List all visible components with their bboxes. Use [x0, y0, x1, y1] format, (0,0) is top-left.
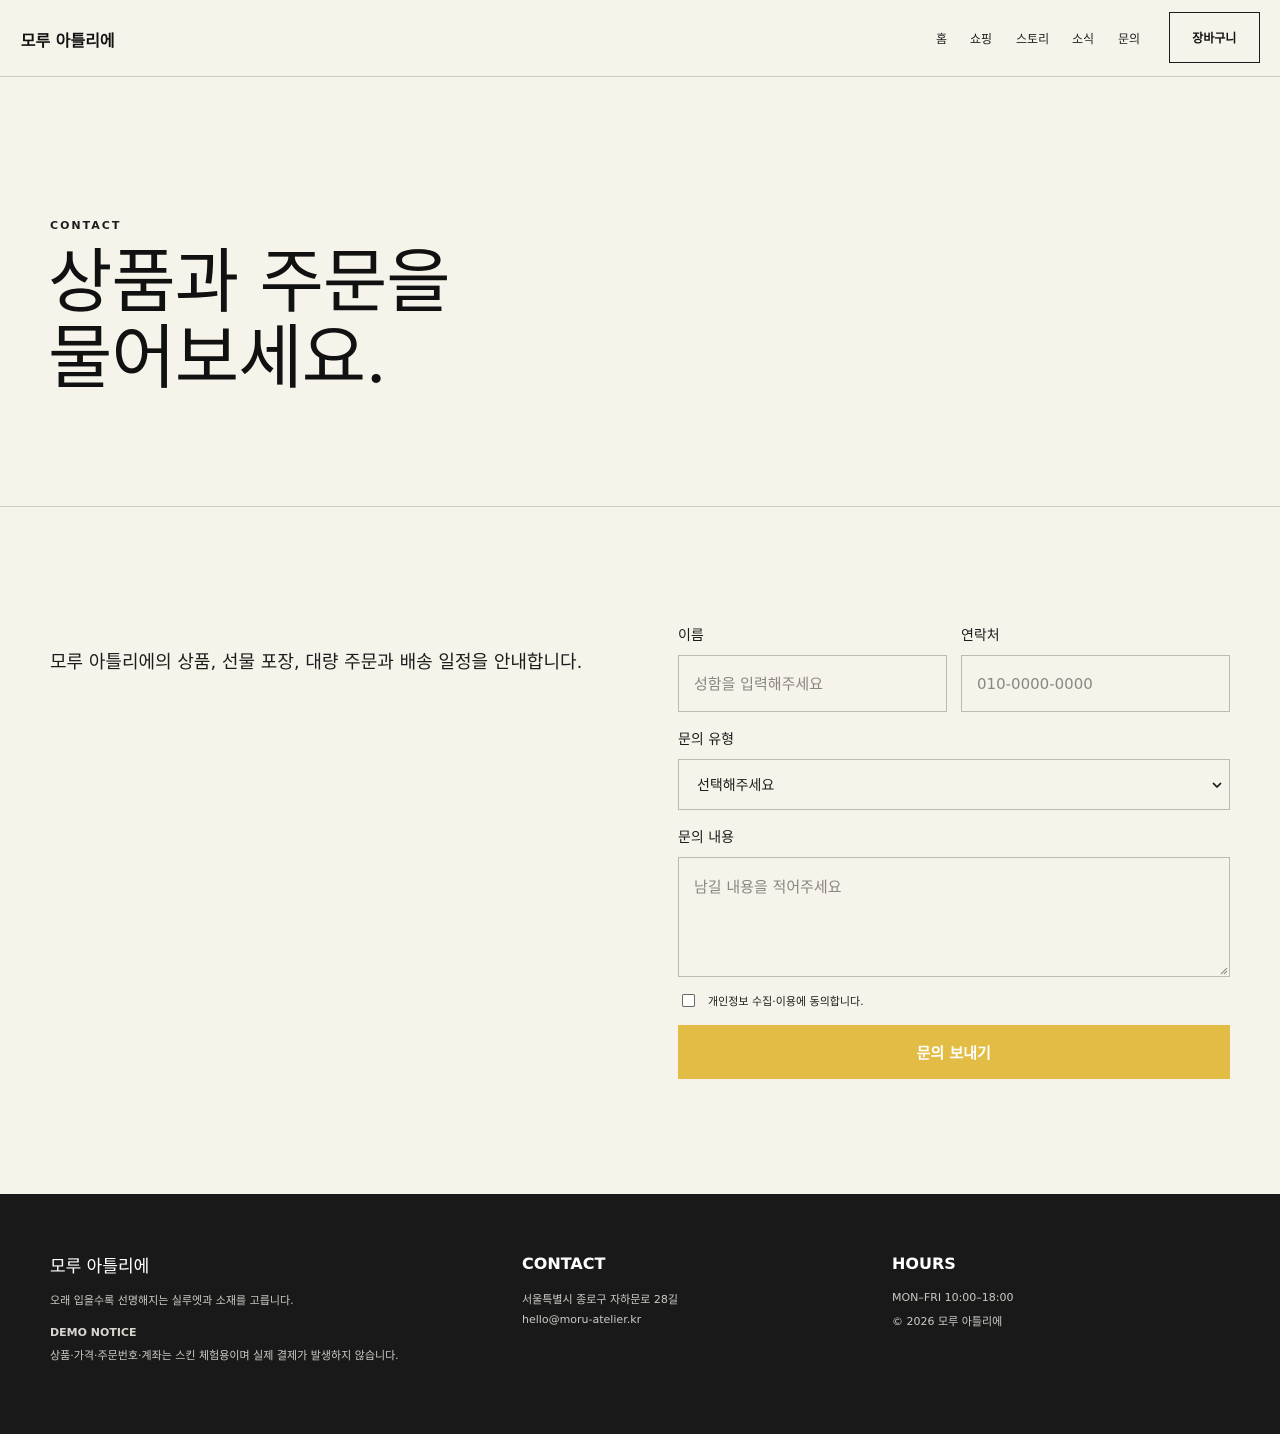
footer-notice-title: DEMO NOTICE	[50, 1326, 137, 1339]
nav-item-shop[interactable]: 쇼핑	[970, 30, 992, 46]
hero-eyebrow: CONTACT	[50, 219, 122, 232]
contact-intro: 모루 아틀리에의 상품, 선물 포장, 대량 주문과 배송 일정을 안내합니다.	[50, 652, 583, 673]
section-divider	[0, 506, 1280, 507]
phone-input[interactable]	[961, 655, 1230, 712]
footer-email-link[interactable]: hello@moru-atelier.kr	[522, 1313, 641, 1326]
chevron-down-icon	[1212, 781, 1222, 788]
footer-copyright: © 2026 모루 아틀리에	[892, 1315, 1003, 1328]
consent-label[interactable]: 개인정보 수집·이용에 동의합니다.	[708, 993, 864, 1009]
nav-item-story[interactable]: 스토리	[1016, 30, 1049, 46]
message-textarea[interactable]	[678, 857, 1230, 977]
phone-label: 연락처	[961, 628, 1000, 644]
footer-notice-text: 상품·가격·주문번호·계좌는 스킨 체험용이며 실제 결제가 발생하지 않습니다…	[50, 1349, 399, 1362]
inquiry-type-select[interactable]: 선택해주세요	[678, 759, 1230, 810]
name-label: 이름	[678, 628, 704, 644]
nav-item-contact[interactable]: 문의	[1118, 30, 1140, 46]
site-footer: 모루 아틀리에 오래 입을수록 선명해지는 실루엣과 소재를 고릅니다. DEM…	[0, 1194, 1280, 1434]
name-input[interactable]	[678, 655, 947, 712]
page-title-line1: 상품과 주문을	[48, 241, 451, 323]
nav-item-news[interactable]: 소식	[1072, 30, 1094, 46]
footer-hours-title: HOURS	[892, 1254, 956, 1273]
submit-button[interactable]: 문의 보내기	[678, 1025, 1230, 1079]
inquiry-type-value: 선택해주세요	[697, 777, 775, 794]
cart-button[interactable]: 장바구니	[1169, 12, 1260, 63]
nav-item-home[interactable]: 홈	[936, 30, 947, 46]
site-header: 모루 아틀리에 홈 쇼핑 스토리 소식 문의 장바구니	[0, 0, 1280, 77]
page-title: 상품과 주문을 물어보세요.	[48, 244, 688, 396]
footer-logo: 모루 아틀리에	[50, 1257, 150, 1277]
site-logo[interactable]: 모루 아틀리에	[21, 27, 115, 51]
resize-handle-icon[interactable]	[1220, 967, 1228, 975]
footer-address: 서울특별시 종로구 자하문로 28길	[522, 1293, 679, 1306]
message-wrapper	[678, 857, 1230, 977]
footer-hours: MON–FRI 10:00–18:00	[892, 1291, 1014, 1304]
inquiry-type-label: 문의 유형	[678, 732, 734, 748]
page-title-line2: 물어보세요.	[48, 317, 387, 399]
footer-tagline: 오래 입을수록 선명해지는 실루엣과 소재를 고릅니다.	[50, 1294, 294, 1307]
footer-contact-title: CONTACT	[522, 1254, 606, 1273]
consent-checkbox[interactable]	[682, 994, 695, 1007]
message-label: 문의 내용	[678, 830, 734, 846]
